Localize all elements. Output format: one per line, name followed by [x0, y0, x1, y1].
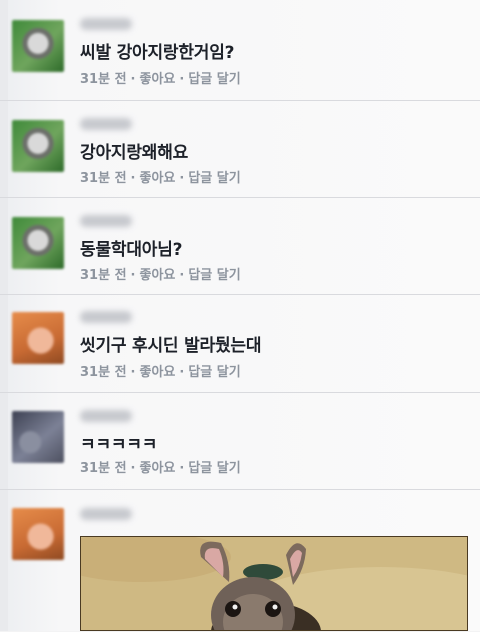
comment-text: 씻기구 후시딘 발라뒀는대 — [80, 336, 262, 356]
reply-link[interactable]: 답글 달기 — [188, 72, 240, 87]
comment-item: ㅋㅋㅋㅋㅋ 31분 전 · 좋아요 · 답글 달기 — [0, 392, 480, 490]
comment-item: 씻기구 후시딘 발라뒀는대 31분 전 · 좋아요 · 답글 달기 — [0, 294, 480, 393]
meta-separator: · — [179, 72, 185, 87]
commenter-name-blurred[interactable] — [80, 18, 132, 30]
like-link[interactable]: 좋아요 — [140, 171, 176, 186]
like-link[interactable]: 좋아요 — [140, 268, 176, 283]
meta-separator: · — [130, 72, 136, 87]
dog-photo-attachment[interactable] — [80, 536, 468, 631]
comment-time: 31분 전 — [80, 461, 127, 476]
reply-link[interactable]: 답글 달기 — [188, 365, 240, 380]
reply-link[interactable]: 답글 달기 — [188, 461, 240, 476]
commenter-name-blurred[interactable] — [80, 508, 132, 520]
like-link[interactable]: 좋아요 — [140, 365, 176, 380]
commenter-name-blurred[interactable] — [80, 410, 132, 422]
comment-time: 31분 전 — [80, 365, 127, 380]
comment-thread: 씨발 강아지랑한거임? 31분 전 · 좋아요 · 답글 달기 강아지랑왜해요 31분 … — [0, 0, 480, 631]
comment-meta: 31분 전 · 좋아요 · 답글 달기 — [80, 457, 241, 476]
meta-separator: · — [130, 171, 136, 186]
comment-text: 동물학대아님? — [80, 240, 183, 260]
avatar[interactable] — [12, 120, 64, 172]
meta-separator: · — [179, 268, 185, 283]
commenter-name-blurred[interactable] — [80, 215, 132, 227]
like-link[interactable]: 좋아요 — [140, 72, 176, 87]
comment-item: 동물학대아님? 31분 전 · 좋아요 · 답글 달기 — [0, 197, 480, 295]
comment-item: 강아지랑왜해요 31분 전 · 좋아요 · 답글 달기 — [0, 100, 480, 198]
comment-time: 31분 전 — [80, 268, 127, 283]
avatar[interactable] — [12, 20, 64, 72]
commenter-name-blurred[interactable] — [80, 311, 132, 323]
meta-separator: · — [179, 461, 185, 476]
avatar[interactable] — [12, 217, 64, 269]
comment-text: 강아지랑왜해요 — [80, 143, 189, 163]
comment-time: 31분 전 — [80, 72, 127, 87]
reply-link[interactable]: 답글 달기 — [188, 171, 240, 186]
comment-item: 씨발 강아지랑한거임? 31분 전 · 좋아요 · 답글 달기 — [0, 0, 480, 100]
comment-text: ㅋㅋㅋㅋㅋ — [80, 435, 158, 455]
meta-separator: · — [179, 171, 185, 186]
comment-meta: 31분 전 · 좋아요 · 답글 달기 — [80, 361, 241, 380]
meta-separator: · — [130, 268, 136, 283]
reply-link[interactable]: 답글 달기 — [188, 268, 240, 283]
comment-meta: 31분 전 · 좋아요 · 답글 달기 — [80, 167, 241, 186]
comment-meta: 31분 전 · 좋아요 · 답글 달기 — [80, 68, 241, 87]
dog-photo — [81, 537, 467, 630]
avatar[interactable] — [12, 411, 64, 463]
avatar[interactable] — [12, 312, 64, 364]
like-link[interactable]: 좋아요 — [140, 461, 176, 476]
meta-separator: · — [130, 365, 136, 380]
comment-meta: 31분 전 · 좋아요 · 답글 달기 — [80, 264, 241, 283]
meta-separator: · — [179, 365, 185, 380]
commenter-name-blurred[interactable] — [80, 118, 132, 130]
comment-time: 31분 전 — [80, 171, 127, 186]
meta-separator: · — [130, 461, 136, 476]
avatar[interactable] — [12, 508, 64, 560]
comment-text: 씨발 강아지랑한거임? — [80, 43, 235, 63]
